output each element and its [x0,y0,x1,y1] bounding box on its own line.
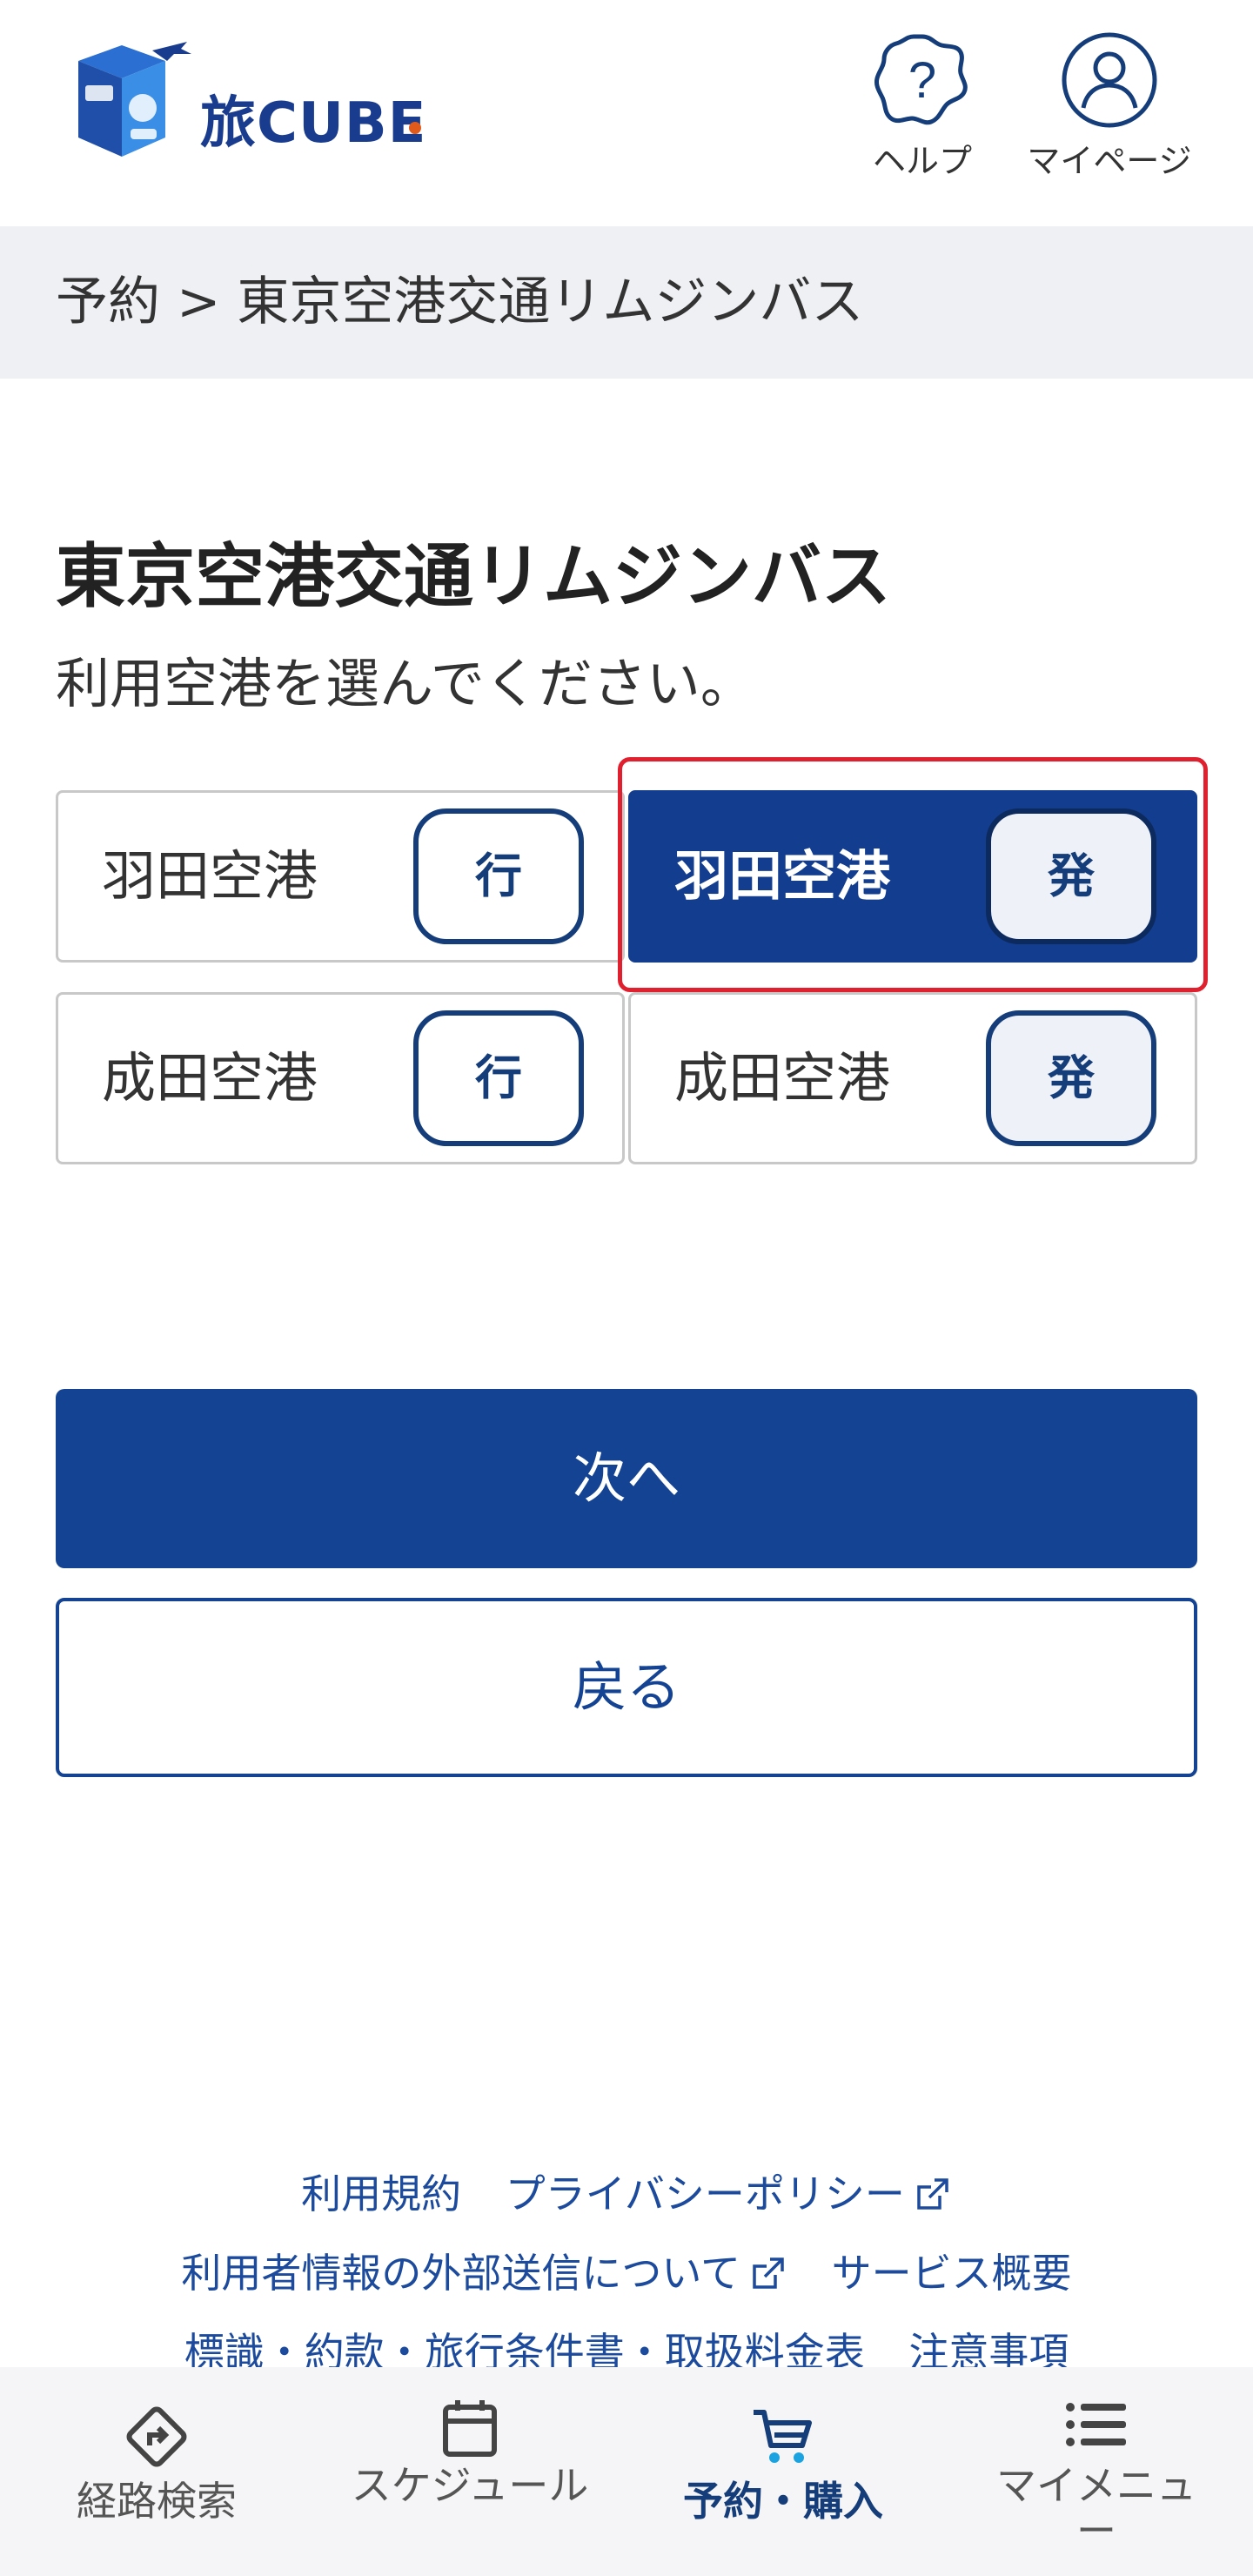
logo-text: 旅CUBE [200,91,427,156]
option-haneda-to[interactable]: 羽田空港 行 [56,790,625,963]
direction-badge: 行 [413,808,584,944]
direction-badge: 発 [986,1010,1156,1146]
bottom-navigation: 経路検索 スケジュール 予約・購入 マイメニュー [0,2367,1253,2576]
calendar-icon [443,2400,497,2457]
svg-text:?: ? [908,52,936,109]
back-button[interactable]: 戻る [56,1598,1197,1777]
route-icon [126,2406,187,2467]
external-link-icon [753,2257,784,2289]
airport-name: 成田空港 [102,1046,318,1110]
breadcrumb-text[interactable]: 予約 > 東京空港交通リムジンバス [56,226,863,379]
airport-name: 成田空港 [674,1046,891,1110]
airport-name: 羽田空港 [102,844,318,908]
terms-link[interactable]: 利用規約 [301,2163,461,2220]
tabi-cube-logo[interactable]: 旅CUBE [70,35,435,174]
cart-icon [754,2410,812,2463]
nav-route-search[interactable]: 経路検索 [0,2367,313,2576]
option-narita-from[interactable]: 成田空港 発 [628,992,1197,1164]
help-label: ヘルプ [872,142,972,180]
page-title: 東京空港交通リムジンバス [56,536,891,617]
external-info-link-label: 利用者情報の外部送信について [181,2250,740,2297]
external-info-link[interactable]: 利用者情報の外部送信について [181,2242,787,2299]
mypage-button[interactable]: マイページ [1014,31,1205,180]
menu-icon [1066,2403,1126,2446]
direction-badge: 行 [413,1010,584,1146]
privacy-link-label: プライバシーポリシー [505,2170,905,2217]
breadcrumb: 予約 > 東京空港交通リムジンバス [0,226,1253,379]
nav-label: 経路検索 [77,2478,237,2525]
user-icon [1062,32,1157,128]
help-icon: ? [874,34,968,125]
nav-my-menu[interactable]: マイメニュー [940,2367,1253,2576]
footer-links-row: 利用規約 プライバシーポリシー [0,2163,1253,2220]
privacy-link[interactable]: プライバシーポリシー [506,2163,952,2220]
nav-label: マイメニュー [996,2462,1196,2554]
logo-dot [409,122,421,134]
instruction-text: 利用空港を選んでください。 [56,652,754,715]
footer-links-row: 利用者情報の外部送信について サービス概要 [0,2242,1253,2299]
nav-reservation-purchase[interactable]: 予約・購入 [626,2367,940,2576]
nav-label: スケジュール [351,2462,589,2509]
next-button[interactable]: 次へ [56,1389,1197,1568]
nav-label: 予約・購入 [683,2478,883,2525]
option-narita-to[interactable]: 成田空港 行 [56,992,625,1164]
service-overview-link[interactable]: サービス概要 [832,2242,1072,2299]
help-button[interactable]: ? ヘルプ [827,31,1018,180]
nav-schedule[interactable]: スケジュール [313,2367,626,2576]
selection-highlight [618,757,1208,992]
app-header: 旅CUBE ? ヘルプ マイページ [0,0,1253,226]
mypage-label: マイページ [1027,142,1192,180]
cube-logo-icon [78,42,191,157]
external-link-icon [917,2178,948,2210]
